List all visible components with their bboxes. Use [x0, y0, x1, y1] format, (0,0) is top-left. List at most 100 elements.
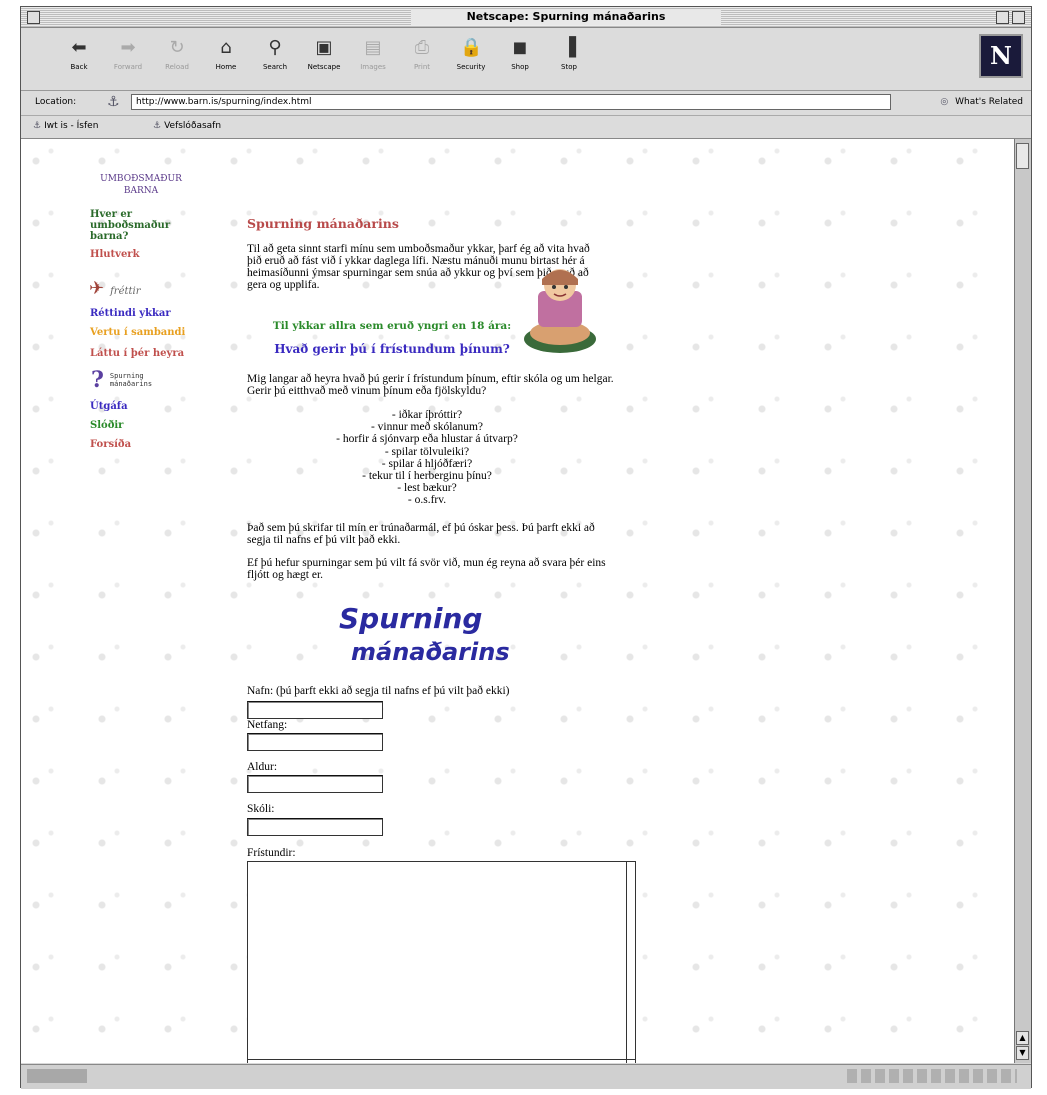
list-item: - o.s.frv.	[407, 494, 447, 507]
school-label: Skóli:	[247, 803, 275, 815]
close-box[interactable]	[27, 11, 40, 24]
textarea-vertical-scrollbar[interactable]	[626, 862, 635, 1063]
stop-icon: ▐	[562, 37, 576, 58]
home-label: Home	[215, 63, 237, 71]
email-label: Netfang:	[247, 719, 288, 731]
school-input[interactable]	[247, 818, 383, 836]
nav-hlutverk[interactable]: Hlutverk	[90, 249, 140, 260]
email-input[interactable]	[247, 733, 383, 751]
list-item: - vinnur með skólanum?	[370, 421, 484, 434]
page-scrollbar[interactable]: ▲ ▼	[1014, 139, 1031, 1063]
security-status-icon[interactable]	[27, 1069, 87, 1083]
name-input[interactable]	[247, 701, 383, 719]
search-icon: ⚲	[268, 37, 282, 58]
scroll-up-arrow[interactable]: ▲	[1016, 1031, 1029, 1045]
images-icon: ▤	[364, 37, 382, 58]
site-logo[interactable]: Umboðsmaður Barna	[96, 173, 186, 197]
spurning-banner: Spurning mánaðarins	[339, 602, 510, 666]
shop-label: Shop	[511, 63, 529, 71]
forward-button[interactable]: ➡ Forward	[106, 34, 150, 84]
logo-line-2: Barna	[123, 186, 159, 196]
question-mark-icon: ?	[91, 367, 104, 393]
logo-line-1: Umboðsmaður	[100, 174, 182, 184]
personal-item-1[interactable]: ⚓ Iwt is - Ísfen	[33, 121, 98, 131]
home-button[interactable]: ⌂ Home	[204, 34, 248, 84]
hobbies-textarea[interactable]	[247, 861, 636, 1063]
images-label: Images	[360, 63, 386, 71]
list-item: - iðkar íþróttir?	[391, 409, 463, 421]
confidential-note: Það sem þú skrifar til mín er trúnaðarmá…	[247, 522, 595, 546]
age-input[interactable]	[247, 775, 383, 793]
frettir-icon: ✈	[89, 278, 105, 299]
location-label: Location:	[35, 97, 77, 107]
contact-note: Ef þú hefur spurningar sem þú vilt fá sv…	[247, 557, 606, 581]
location-input[interactable]	[131, 94, 891, 110]
print-button[interactable]: ⎙ Print	[400, 34, 444, 84]
bookmark-icon: ⚓	[33, 121, 42, 131]
activities-list: - iðkar íþróttir? - vinnur með skólanum?…	[247, 409, 607, 507]
forward-label: Forward	[113, 63, 143, 71]
page-content: Umboðsmaður Barna Hver er umboðsmaður ba…	[21, 139, 1014, 1063]
search-label: Search	[262, 63, 288, 71]
nav-spurning[interactable]: ? Spurning mánaðarins	[91, 367, 152, 393]
window-title: Netscape: Spurning mánaðarins	[411, 9, 721, 25]
print-label: Print	[413, 63, 431, 71]
shop-button[interactable]: ◼ Shop	[498, 34, 542, 84]
page-title: Spurning mánaðarins	[247, 216, 399, 231]
question-intro: Mig langar að heyra hvað þú gerir í frís…	[247, 373, 614, 397]
security-button[interactable]: 🔒 Security	[449, 34, 493, 84]
personal-toolbar: ⚓ Iwt is - Ísfen ⚓ Vefslóðasafn	[21, 116, 1031, 139]
reload-icon: ↻	[169, 37, 185, 58]
list-item: - spilar á hljóðfæri?	[381, 457, 473, 470]
netscape-button[interactable]: ▣ Netscape	[302, 34, 346, 84]
nav-slodir[interactable]: Slóðir	[90, 420, 123, 431]
audience-heading: Til ykkar allra sem eruð yngri en 18 ára…	[272, 320, 512, 332]
print-icon: ⎙	[414, 37, 430, 58]
list-item: - lest bækur?	[397, 482, 457, 495]
whats-related-button[interactable]: ◎ What's Related	[940, 97, 1023, 107]
zoom-box[interactable]	[996, 11, 1009, 24]
back-button[interactable]: ⬅ Back	[57, 34, 101, 84]
security-label: Security	[456, 63, 486, 71]
component-bar[interactable]	[847, 1069, 1017, 1083]
location-bar: Location: ⚓ ◎ What's Related	[21, 91, 1031, 116]
stop-button[interactable]: ▐ Stop	[547, 34, 591, 84]
netscape-logo[interactable]: N	[979, 34, 1023, 78]
banner-line-2: mánaðarins	[351, 638, 510, 666]
nav-utgafa[interactable]: Útgáfa	[90, 401, 128, 412]
reload-label: Reload	[165, 63, 189, 71]
nav-vertu-i-sambandi[interactable]: Vertu í sambandi	[90, 327, 185, 338]
scroll-thumb[interactable]	[1016, 143, 1029, 169]
list-item: - tekur til í herberginu þínu?	[362, 470, 492, 483]
shop-icon: ◼	[512, 37, 528, 58]
related-icon: ◎	[940, 97, 949, 107]
reload-button[interactable]: ↻ Reload	[155, 34, 199, 84]
page-proxy-icon[interactable]: ⚓	[107, 94, 120, 110]
navigation-toolbar: N ⬅ Back ➡ Forward ↻ Reload ⌂ Home ⚲ Search ▣ Netsc…	[21, 28, 1031, 91]
stop-label: Stop	[561, 63, 577, 71]
list-item: - spilar tölvuleiki?	[384, 445, 470, 458]
spurning-nav-line-2: mánaðarins	[109, 380, 153, 388]
security-icon: 🔒	[460, 37, 483, 58]
personal-item-2[interactable]: ⚓ Vefslóðasafn	[153, 121, 221, 131]
nav-forsida[interactable]: Forsíða	[90, 439, 131, 450]
nav-hver-er[interactable]: Hver er umboðsmaður barna?	[90, 209, 170, 242]
bookmark-icon: ⚓	[153, 121, 162, 131]
status-bar	[21, 1064, 1031, 1089]
home-icon: ⌂	[220, 37, 232, 58]
search-button[interactable]: ⚲ Search	[253, 34, 297, 84]
back-icon: ⬅	[71, 37, 87, 58]
back-label: Back	[70, 63, 88, 71]
age-label: Aldur:	[247, 761, 278, 773]
list-item: - horfir á sjónvarp eða hlustar á útvarp…	[336, 433, 518, 446]
nav-rettindi[interactable]: Réttindi ykkar	[90, 308, 171, 319]
nav-frettir[interactable]: ✈ fréttir	[89, 278, 141, 299]
images-button[interactable]: ▤ Images	[351, 34, 395, 84]
title-bar[interactable]: Netscape: Spurning mánaðarins	[21, 7, 1031, 28]
scroll-down-arrow[interactable]: ▼	[1016, 1046, 1029, 1060]
hobbies-label: Frístundir:	[247, 847, 296, 859]
spurning-nav-line-1: Spurning	[109, 372, 144, 380]
nav-lattu-i-ther-heyra[interactable]: Láttu í þér heyra	[90, 348, 184, 359]
collapse-box[interactable]	[1012, 11, 1025, 24]
textarea-horizontal-scrollbar[interactable]	[248, 1059, 635, 1063]
